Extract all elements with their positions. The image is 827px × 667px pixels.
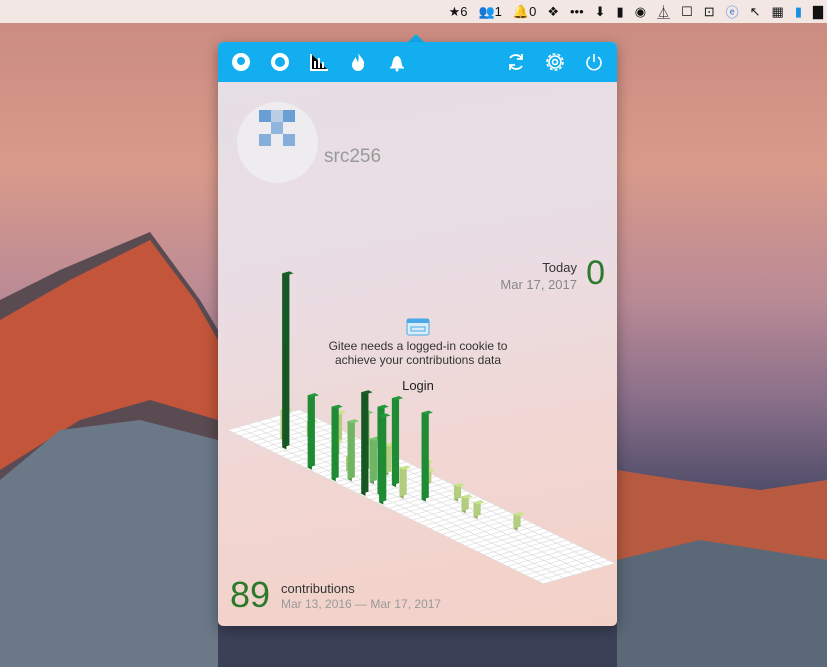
total-contributions: 89 (230, 574, 271, 615)
memory-icon[interactable]: ▮ (795, 4, 802, 20)
bar-side (347, 419, 355, 480)
window-icon[interactable]: ☐ (681, 4, 693, 20)
contributions-label: contributions (281, 581, 355, 596)
bar-side (369, 436, 377, 483)
screenshot-icon[interactable]: ⊡ (704, 4, 715, 20)
dropbox-icon[interactable]: ❖ (547, 4, 559, 20)
bar-side (282, 271, 290, 448)
notifications-status[interactable]: 🔔0 (513, 4, 536, 20)
stars-status[interactable]: ★6 (449, 4, 468, 20)
hat-icon[interactable]: ▮ (617, 4, 624, 20)
bar-side (391, 396, 400, 486)
more-icon[interactable]: ••• (570, 4, 584, 19)
login-notice: Gitee needs a logged-in cookie to achiev… (318, 318, 518, 393)
bar-side (399, 465, 407, 497)
bar-side (331, 404, 339, 480)
bar-side (361, 390, 369, 494)
date-range: Mar 13, 2016 — Mar 17, 2017 (281, 597, 442, 611)
sync-icon[interactable]: ◉ (635, 4, 646, 20)
popover-panel: src256 Today Mar 17, 2017 0 Gitee needs … (218, 42, 617, 626)
bar-side (379, 413, 387, 503)
today-count: 0 (586, 254, 605, 292)
cursor-icon[interactable]: ↖ (750, 4, 761, 20)
download-icon[interactable]: ⬇ (595, 4, 606, 20)
notice-text: Gitee needs a logged-in cookie to achiev… (328, 339, 508, 367)
chip-icon[interactable]: ▦ (772, 4, 784, 20)
broom-icon[interactable]: ⏅ (657, 2, 670, 21)
today-label: Today (542, 260, 577, 275)
browser-window-icon (406, 318, 430, 336)
cpu-icon[interactable]: ▇ (813, 4, 823, 20)
popover-arrow (408, 34, 424, 42)
te-icon[interactable]: ⓔ (726, 2, 739, 21)
bar-side (307, 393, 315, 468)
bar-side (421, 410, 429, 500)
followers-status[interactable]: 👥1 (478, 4, 501, 20)
login-button[interactable]: Login (402, 379, 434, 393)
menu-bar: ★6 👥1 🔔0 ❖ ••• ⬇ ▮ ◉ ⏅ ☐ ⊡ ⓔ ↖ ▦ ▮ ▇ (0, 0, 827, 23)
today-date: Mar 17, 2017 (500, 277, 577, 292)
